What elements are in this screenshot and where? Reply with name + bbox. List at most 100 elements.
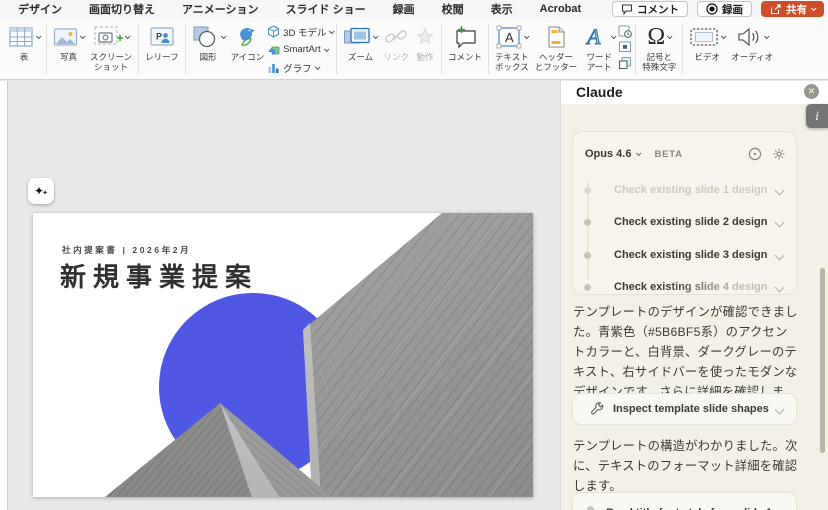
group-divider	[441, 24, 442, 74]
group-divider	[138, 24, 139, 74]
ribbon-action-button: 動作	[412, 21, 438, 63]
zoom-slides-icon	[343, 27, 371, 47]
beta-badge: BETA	[654, 149, 682, 160]
chevron-down-icon	[611, 33, 617, 39]
group-divider	[635, 24, 636, 74]
menu-acrobat[interactable]: Acrobat	[540, 3, 582, 15]
menu-animations[interactable]: アニメーション	[182, 1, 259, 17]
ribbon-textbox-button[interactable]: A テキストボックス	[492, 21, 532, 73]
tool-call-card[interactable]: Read title font style from slide 1	[572, 492, 797, 510]
shapes-icon	[192, 25, 219, 49]
screenshot-icon	[93, 25, 123, 49]
task-group-card: Opus 4.6 BETA Check existing slide 1 des…	[572, 131, 797, 295]
ribbon-relief-button[interactable]: P レリーフ	[142, 21, 182, 63]
smartart-icon	[267, 43, 280, 56]
ribbon-3d-stack: 3D モデル SmartArt グラフ	[267, 21, 333, 76]
feedback-icon[interactable]	[748, 147, 762, 161]
object-icon[interactable]	[618, 56, 632, 70]
designer-sparkle-button[interactable]: ✦✦	[28, 178, 54, 204]
group-divider	[46, 24, 47, 74]
group-divider	[682, 24, 683, 74]
ribbon-table-button[interactable]: 表	[5, 21, 43, 63]
task-row[interactable]: Check existing slide 4 design	[573, 277, 796, 297]
gear-icon[interactable]	[772, 147, 786, 161]
menu-view[interactable]: 表示	[491, 1, 513, 17]
slide-kicker-text[interactable]: 社内提案書 | 2026年2月	[62, 244, 191, 256]
task-row[interactable]: Check existing slide 3 design	[573, 245, 796, 265]
ribbon-shapes-button[interactable]: 図形	[189, 21, 228, 63]
thumbnail-pane-edge[interactable]	[0, 81, 8, 510]
ribbon-headerfooter-button[interactable]: ヘッダーとフッター	[532, 21, 581, 73]
date-time-icon[interactable]	[618, 24, 632, 38]
chevron-down-icon	[373, 33, 379, 39]
menu-slideshow[interactable]: スライド ショー	[286, 1, 366, 17]
chevron-down-icon	[220, 33, 226, 39]
editor-canvas[interactable]: ✦✦ 社内提案書 | 2026年2月 新規事業提案	[0, 81, 560, 510]
ribbon-zoom-button[interactable]: ズーム	[340, 21, 380, 63]
chevron-down-icon	[315, 64, 321, 70]
slide-canvas[interactable]: 社内提案書 | 2026年2月 新規事業提案	[33, 213, 533, 497]
comments-button[interactable]: コメント	[612, 1, 688, 17]
action-star-icon	[415, 27, 435, 47]
cube-icon	[267, 25, 280, 38]
chevron-down-icon	[775, 217, 785, 227]
assistant-message: テンプレートの構造がわかりました。次に、テキストのフォーマット詳細を確認します。	[573, 436, 799, 496]
wordart-icon: A	[583, 25, 609, 49]
menu-design[interactable]: デザイン	[18, 1, 62, 17]
model-selector[interactable]: Opus 4.6	[585, 148, 631, 160]
ribbon-comment-button[interactable]: コメント	[445, 21, 485, 63]
link-icon	[384, 28, 408, 46]
chevron-down-icon	[329, 28, 335, 34]
menu-review[interactable]: 校閲	[442, 1, 464, 17]
bird-icon	[234, 25, 260, 49]
ribbon-symbol-button[interactable]: Ω 記号と特殊文字	[639, 21, 679, 73]
ribbon-chart-button[interactable]: グラフ	[267, 59, 333, 76]
chevron-down-icon	[324, 46, 330, 52]
chevron-down-icon	[775, 250, 785, 260]
menu-record[interactable]: 録画	[393, 1, 415, 17]
task-dot-icon	[584, 187, 591, 194]
task-dot-icon	[587, 506, 594, 510]
record-button[interactable]: 録画	[697, 1, 752, 17]
svg-text:P: P	[156, 32, 162, 42]
chevron-down-icon	[524, 33, 530, 39]
powerpoint-window: デザイン 画面切り替え アニメーション スライド ショー 録画 校閲 表示 Ac…	[0, 0, 828, 510]
chevron-down-icon	[80, 33, 86, 39]
chevron-down-icon	[636, 150, 642, 156]
info-tab-button[interactable]: i	[806, 104, 828, 128]
ribbon-link-button: リンク	[380, 21, 412, 63]
group-divider	[488, 24, 489, 74]
relief-icon: P	[149, 26, 175, 48]
slide-number-icon[interactable]	[618, 40, 632, 54]
group-divider	[336, 24, 337, 74]
photo-icon	[53, 27, 78, 48]
sidebar-scrollbar[interactable]	[820, 268, 825, 453]
ribbon-audio-button[interactable]: オーディオ	[728, 21, 776, 63]
menu-transitions[interactable]: 画面切り替え	[89, 1, 155, 17]
ribbon-video-button[interactable]: ビデオ	[686, 21, 728, 63]
sidebar-title: Claude	[576, 84, 623, 100]
bar-chart-icon	[267, 61, 280, 74]
ribbon-photo-button[interactable]: 写真	[50, 21, 87, 63]
comment-bubble-icon	[621, 4, 633, 15]
ribbon-wordart-button[interactable]: A ワードアート	[580, 21, 618, 73]
wrench-icon	[590, 402, 604, 416]
task-row[interactable]: Check existing slide 1 design	[573, 180, 796, 200]
tool-call-card[interactable]: Inspect template slide shapes	[572, 393, 797, 425]
chevron-down-icon	[764, 33, 770, 39]
task-row[interactable]: Check existing slide 2 design	[573, 212, 796, 232]
model-row: Opus 4.6 BETA	[585, 146, 786, 162]
header-footer-icon	[546, 25, 566, 49]
chevron-down-icon	[36, 33, 42, 39]
ribbon-3d-model-button[interactable]: 3D モデル	[267, 23, 333, 40]
ribbon-insert-mini-stack	[618, 21, 632, 70]
omega-icon: Ω	[647, 24, 665, 51]
close-icon[interactable]: ✕	[804, 84, 819, 99]
ribbon-icons-button[interactable]: アイコン	[228, 21, 268, 63]
ribbon-screenshot-button[interactable]: スクリーンショット	[87, 21, 135, 73]
share-button[interactable]: 共有	[761, 1, 824, 17]
ribbon-smartart-button[interactable]: SmartArt	[267, 41, 333, 58]
slide-title-text[interactable]: 新規事業提案	[60, 257, 258, 294]
textbox-icon: A	[496, 25, 522, 49]
claude-sidebar: Claude ✕ Opus 4.6 BETA Check existing	[560, 81, 828, 510]
